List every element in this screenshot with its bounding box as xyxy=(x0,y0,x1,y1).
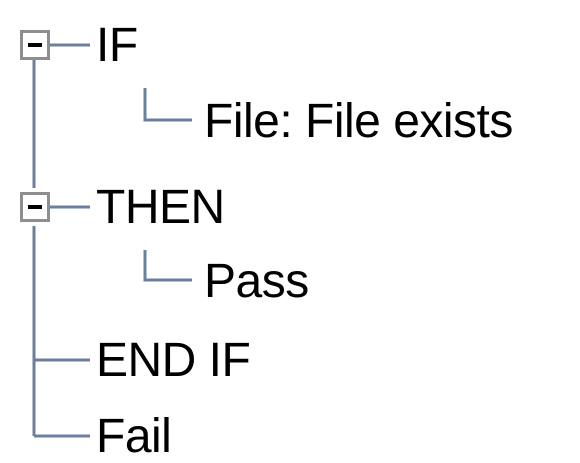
minus-glyph xyxy=(28,43,42,47)
condition-tree: IF File: File exists THEN Pass END IF Fa… xyxy=(0,0,580,461)
then-collapse-minus-icon[interactable] xyxy=(20,192,50,222)
then-child-connector xyxy=(143,250,192,282)
minus-glyph xyxy=(28,205,42,209)
node-end-if-label[interactable]: END IF xyxy=(96,337,251,385)
if-collapse-minus-icon[interactable] xyxy=(20,30,50,60)
node-fail-label[interactable]: Fail xyxy=(96,413,172,461)
if-child-connector xyxy=(143,88,192,122)
node-if-label[interactable]: IF xyxy=(96,22,138,70)
tree-connector-lines xyxy=(32,43,192,438)
node-pass-label[interactable]: Pass xyxy=(204,258,309,306)
node-then-label[interactable]: THEN xyxy=(96,184,225,232)
node-file-exists-label[interactable]: File: File exists xyxy=(204,98,513,146)
